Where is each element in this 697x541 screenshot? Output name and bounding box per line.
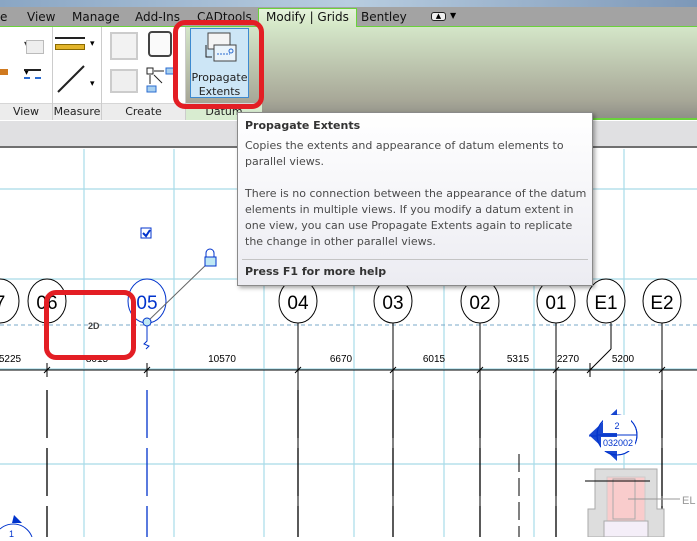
dropdown-arrow-icon[interactable]: ▾ xyxy=(90,79,95,89)
grid-elbow xyxy=(589,348,612,371)
chevron-down-icon[interactable]: ▼ xyxy=(450,11,456,20)
panel-label: Measure xyxy=(53,103,101,120)
tooltip-detail: There is no connection between the appea… xyxy=(245,187,587,248)
title-bar xyxy=(0,0,697,7)
dimension-value[interactable]: 6670 xyxy=(330,354,353,365)
section-sheet: 032002 xyxy=(603,438,633,448)
ribbon-tab-bar: e View Manage Add-Ins CADtools Modify | … xyxy=(0,7,697,28)
grid-label: E2 xyxy=(650,293,673,314)
dimension-value[interactable]: 5200 xyxy=(612,354,635,365)
dimension-value[interactable]: 2270 xyxy=(557,354,580,365)
paint-icon[interactable] xyxy=(0,69,8,75)
create-assembly-icon[interactable] xyxy=(148,31,172,57)
grid-label: 01 xyxy=(545,293,566,314)
minimize-ribbon-icon[interactable]: ▲ xyxy=(431,12,446,21)
lock-icon[interactable] xyxy=(204,248,217,267)
highlight-box-2d xyxy=(44,290,136,360)
tooltip-description: Copies the extents and appearance of dat… xyxy=(245,139,564,168)
elevation-label: EL xyxy=(682,495,695,507)
panel-view: ▾ ▾ View xyxy=(0,27,53,120)
tooltip: Propagate Extents Copies the extents and… xyxy=(237,112,593,286)
measure-between-icon[interactable] xyxy=(55,63,87,95)
tab-add-ins[interactable]: Add-Ins xyxy=(135,9,180,27)
panel-measure: ▾ ▾ Measure xyxy=(53,27,102,120)
tab-bentley[interactable]: Bentley xyxy=(361,9,407,27)
dimension-value[interactable]: 10570 xyxy=(208,354,236,365)
tooltip-divider xyxy=(242,259,588,260)
create-parts-icon[interactable] xyxy=(110,69,138,93)
grid-end-handle[interactable] xyxy=(142,317,152,327)
grid-label: 04 xyxy=(287,293,309,314)
tab-architecture[interactable]: e xyxy=(0,9,7,27)
grid-label: 03 xyxy=(382,293,403,314)
tooltip-title: Propagate Extents xyxy=(245,119,361,132)
create-group-icon[interactable] xyxy=(110,32,138,60)
elevator-element[interactable] xyxy=(585,468,680,538)
grid-label: E1 xyxy=(594,293,617,314)
dimension-value[interactable]: 6015 xyxy=(423,354,446,365)
elbow-icon[interactable] xyxy=(143,326,150,350)
linework-icon[interactable] xyxy=(24,69,41,79)
tab-view[interactable]: View xyxy=(27,9,55,27)
corner-section-tag[interactable]: 1 xyxy=(0,515,33,539)
ribbon: ▾ ▾ View ▾ ▾ Measure Create Datum xyxy=(0,27,697,120)
grid-7[interactable]: 7 xyxy=(0,278,20,324)
tab-manage[interactable]: Manage xyxy=(72,9,120,27)
section-tag[interactable]: 2 032002 xyxy=(589,409,638,461)
dropdown-arrow-icon[interactable]: ▾ xyxy=(90,39,95,49)
checkbox-icon[interactable] xyxy=(140,227,152,239)
grid-label: 05 xyxy=(136,293,157,314)
dimension-value[interactable]: 5225 xyxy=(0,354,22,365)
ruler-icon xyxy=(55,44,85,50)
tab-modify-grids[interactable]: Modify | Grids xyxy=(258,8,357,28)
grid-label: 02 xyxy=(469,293,490,314)
dimension-value[interactable]: 5315 xyxy=(507,354,530,365)
highlight-box-propagate xyxy=(173,20,264,109)
tooltip-help: Press F1 for more help xyxy=(245,265,387,278)
panel-label: View xyxy=(0,103,52,120)
panel-label: Create xyxy=(102,103,185,120)
corner-tag-number: 1 xyxy=(9,529,14,537)
grid-label: 7 xyxy=(0,293,5,314)
hide-element-icon[interactable] xyxy=(26,40,44,54)
section-number: 2 xyxy=(614,421,619,431)
